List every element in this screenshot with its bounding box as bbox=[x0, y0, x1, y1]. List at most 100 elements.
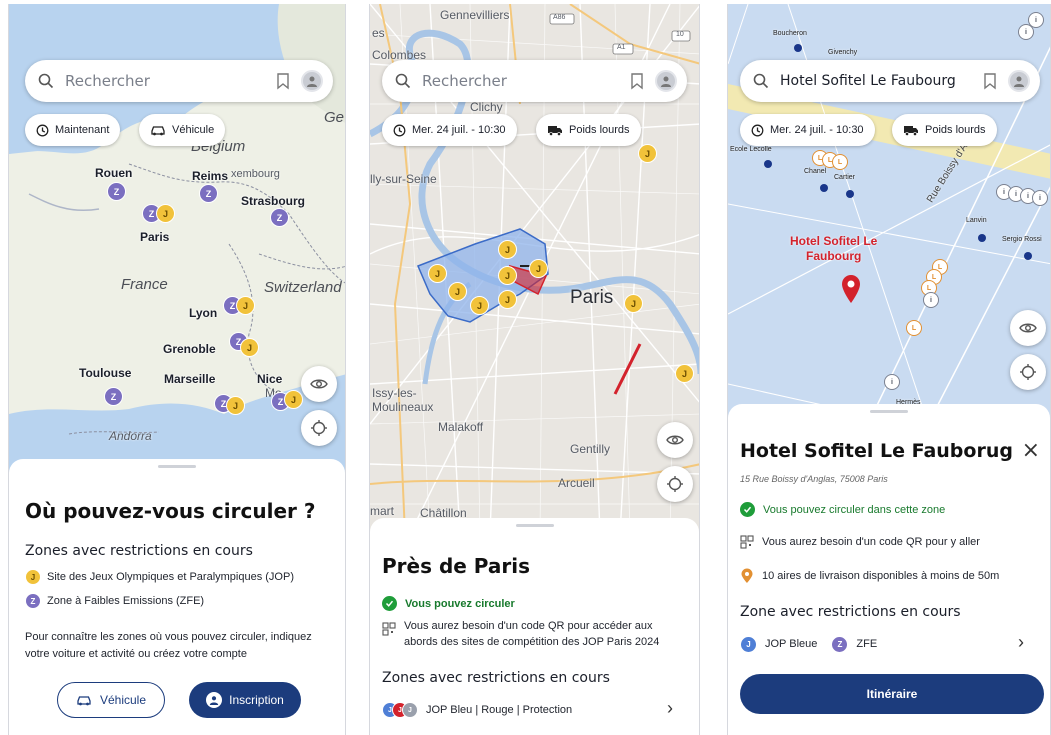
map-france[interactable]: Belgium Ge Rouen Reims xembourg Strasbou… bbox=[9, 4, 345, 474]
check-icon bbox=[740, 502, 755, 517]
locate-me-button[interactable] bbox=[301, 410, 337, 446]
time-filter-chip[interactable]: Mer. 24 juil. - 10:30 bbox=[382, 114, 517, 146]
locate-me-button[interactable] bbox=[657, 466, 693, 502]
shop-dot[interactable] bbox=[978, 234, 986, 242]
layers-visibility-button[interactable] bbox=[301, 366, 337, 402]
jop-marker[interactable]: J bbox=[624, 294, 643, 313]
search-input[interactable]: Hotel Sofitel Le Faubourg bbox=[780, 73, 982, 89]
layers-visibility-button[interactable] bbox=[1010, 310, 1046, 346]
bookmark-icon[interactable] bbox=[629, 72, 645, 90]
map-label-strasbourg: Strasbourg bbox=[241, 194, 306, 208]
jop-marker-lyon[interactable]: J bbox=[236, 296, 255, 315]
vehicle-button[interactable]: Véhicule bbox=[57, 682, 165, 718]
qr-info-row: Vous aurez besoin d'un code QR pour accé… bbox=[382, 618, 689, 650]
jop-marker-grenoble[interactable]: J bbox=[240, 338, 259, 357]
truck-icon bbox=[548, 126, 562, 136]
shop-dot[interactable] bbox=[846, 190, 854, 198]
car-icon bbox=[77, 696, 91, 706]
map-label-sergio: Sergio Rossi bbox=[1002, 236, 1042, 243]
jop-marker-nice[interactable]: J bbox=[284, 390, 303, 409]
vehicle-filter-chip[interactable]: Poids lourds bbox=[536, 114, 641, 146]
shop-dot[interactable] bbox=[764, 160, 772, 168]
layers-visibility-button[interactable] bbox=[657, 422, 693, 458]
bookmark-icon[interactable] bbox=[982, 72, 998, 90]
sheet-handle[interactable] bbox=[515, 524, 554, 527]
time-filter-chip[interactable]: Maintenant bbox=[25, 114, 121, 146]
vehicle-filter-chip[interactable]: Véhicule bbox=[139, 114, 226, 146]
zfe-marker-toulouse[interactable]: Z bbox=[104, 387, 123, 406]
zones-row[interactable]: J J J JOP Bleu | Rouge | Protection › bbox=[382, 698, 689, 722]
zone-jop-row: J Site des Jeux Olympiques et Paralympiq… bbox=[25, 569, 294, 585]
route-button[interactable]: Itinéraire bbox=[740, 674, 1044, 714]
info-marker[interactable]: i bbox=[1032, 190, 1048, 206]
map-label-a1: A1 bbox=[617, 44, 626, 51]
time-filter-chip[interactable]: Mer. 24 juil. - 10:30 bbox=[740, 114, 875, 146]
jop-marker-marseille[interactable]: J bbox=[226, 396, 245, 415]
jop-marker[interactable]: J bbox=[428, 264, 447, 283]
info-marker[interactable]: i bbox=[923, 292, 939, 308]
jop-marker[interactable]: J bbox=[498, 266, 517, 285]
bottom-sheet: Hotel Sofitel Le Fauborug × 15 Rue Boiss… bbox=[728, 404, 1050, 735]
zfe-marker-rouen[interactable]: Z bbox=[107, 182, 126, 201]
map-paris[interactable]: Gennevilliers A86 A1 10 es Colombes Clic… bbox=[370, 4, 699, 534]
selected-place-label: Hotel Sofitel Le Faubourg bbox=[790, 234, 878, 263]
search-input[interactable]: Rechercher bbox=[65, 72, 275, 90]
map-label-lyon: Lyon bbox=[189, 306, 218, 320]
jop-marker-paris[interactable]: J bbox=[156, 204, 175, 223]
map-label-boucheron: Boucheron bbox=[773, 30, 807, 37]
location-marker-icon[interactable] bbox=[841, 274, 861, 304]
shop-dot[interactable] bbox=[1024, 252, 1032, 260]
sheet-handle[interactable] bbox=[870, 410, 908, 413]
user-icon bbox=[307, 76, 317, 87]
status-row: Vous pouvez circuler bbox=[382, 596, 515, 611]
vehicle-filter-chip[interactable]: Poids lourds bbox=[892, 114, 997, 146]
delivery-info-text: 10 aires de livraison disponibles à moin… bbox=[762, 570, 1000, 582]
jop-marker[interactable]: J bbox=[470, 296, 489, 315]
zones-title: Zones avec restrictions en cours bbox=[382, 670, 610, 686]
crosshair-icon bbox=[311, 420, 327, 436]
zfe-marker-reims[interactable]: Z bbox=[199, 184, 218, 203]
search-bar[interactable]: Hotel Sofitel Le Faubourg bbox=[740, 60, 1040, 102]
search-input[interactable]: Rechercher bbox=[422, 72, 629, 90]
zones-row[interactable]: J JOP Bleue Z ZFE › bbox=[740, 632, 1040, 656]
close-button[interactable]: × bbox=[1022, 438, 1040, 463]
delivery-marker[interactable]: L bbox=[832, 154, 848, 170]
avatar[interactable] bbox=[655, 70, 677, 92]
chevron-right-icon: › bbox=[667, 698, 673, 718]
map-label-toulouse: Toulouse bbox=[79, 366, 132, 380]
avatar[interactable] bbox=[301, 70, 323, 92]
sheet-handle[interactable] bbox=[158, 465, 196, 468]
jop-marker[interactable]: J bbox=[498, 290, 517, 309]
map-label-cartier: Cartier bbox=[834, 174, 856, 181]
info-marker[interactable]: i bbox=[1028, 12, 1044, 28]
avatar[interactable] bbox=[1008, 70, 1030, 92]
shop-dot[interactable] bbox=[820, 184, 828, 192]
crosshair-icon bbox=[1020, 364, 1036, 380]
map-label-gennevilliers: Gennevilliers bbox=[440, 8, 510, 22]
jop-marker[interactable]: J bbox=[498, 240, 517, 259]
check-icon bbox=[382, 596, 397, 611]
user-icon bbox=[206, 692, 223, 708]
search-bar[interactable]: Rechercher bbox=[25, 60, 333, 102]
jop-marker[interactable]: J bbox=[675, 364, 694, 383]
map-faubourg[interactable]: Boucheron Givenchy Ecole Lecolle Chanel … bbox=[728, 4, 1050, 424]
delivery-marker[interactable]: L bbox=[906, 320, 922, 336]
info-marker[interactable]: i bbox=[884, 374, 900, 390]
zfe-marker-strasbourg[interactable]: Z bbox=[270, 208, 289, 227]
map-label-clamart: mart bbox=[370, 504, 394, 518]
jop-marker[interactable]: J bbox=[638, 144, 657, 163]
signup-button[interactable]: Inscription bbox=[189, 682, 301, 718]
search-bar[interactable]: Rechercher bbox=[382, 60, 687, 102]
screen-paris-area: Gennevilliers A86 A1 10 es Colombes Clic… bbox=[369, 4, 700, 735]
zfe-icon: Z bbox=[831, 635, 849, 653]
eye-icon bbox=[1019, 323, 1037, 333]
jop-marker[interactable]: J bbox=[448, 282, 467, 301]
chevron-right-icon: › bbox=[1018, 632, 1024, 652]
search-icon bbox=[38, 73, 54, 89]
locate-me-button[interactable] bbox=[1010, 354, 1046, 390]
status-row: Vous pouvez circuler dans cette zone bbox=[740, 502, 945, 517]
shop-dot[interactable] bbox=[794, 44, 802, 52]
truck-icon bbox=[904, 126, 918, 136]
jop-marker[interactable]: J bbox=[529, 259, 548, 278]
bookmark-icon[interactable] bbox=[275, 72, 291, 90]
